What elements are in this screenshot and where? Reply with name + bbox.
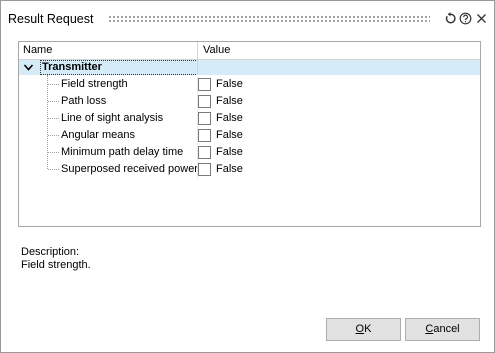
result-checkbox[interactable] (198, 146, 211, 159)
result-checkbox[interactable] (198, 112, 211, 125)
result-checkbox[interactable] (198, 78, 211, 91)
description-label: Description: (21, 246, 80, 258)
tree-branch-line (48, 84, 59, 85)
column-header-name[interactable]: Name (23, 44, 52, 56)
column-separator (197, 60, 198, 75)
list-item[interactable]: Angular means False (19, 127, 480, 144)
result-option-label: Minimum path delay time (61, 146, 184, 158)
tree-branch-line (48, 169, 59, 170)
column-resize-handle[interactable] (197, 42, 198, 59)
tree-branch-line (48, 118, 59, 119)
list-item[interactable]: Line of sight analysis False (19, 110, 480, 127)
ok-button[interactable]: OK (326, 318, 401, 341)
description-text: Field strength. (21, 259, 91, 271)
result-option-label: Superposed received power (61, 163, 198, 175)
result-value: False (216, 78, 243, 90)
result-property-grid: Name Value Transmitter Field strength Fa… (18, 41, 481, 227)
list-item[interactable]: Superposed received power False (19, 161, 480, 178)
result-value: False (216, 163, 243, 175)
chevron-down-icon[interactable] (23, 62, 34, 76)
result-value: False (216, 129, 243, 141)
ok-label-rest: K (364, 323, 372, 335)
column-header-value[interactable]: Value (203, 44, 230, 56)
tree-branch-line (48, 135, 59, 136)
grid-header: Name Value (19, 42, 480, 60)
dialog-title: Result Request (8, 12, 94, 26)
cancel-button[interactable]: Cancel (405, 318, 480, 341)
result-checkbox[interactable] (198, 129, 211, 142)
tree-branch-line (48, 101, 59, 102)
group-row-transmitter[interactable]: Transmitter (19, 60, 480, 75)
reset-icon[interactable] (444, 12, 457, 25)
list-item[interactable]: Minimum path delay time False (19, 144, 480, 161)
group-label: Transmitter (40, 60, 198, 75)
ok-mnemonic: O (355, 323, 365, 335)
list-item[interactable]: Path loss False (19, 93, 480, 110)
help-icon[interactable] (459, 12, 472, 25)
result-value: False (216, 112, 243, 124)
cancel-label-rest: ancel (433, 323, 460, 335)
result-checkbox[interactable] (198, 95, 211, 108)
result-option-label: Path loss (61, 95, 107, 107)
result-checkbox[interactable] (198, 163, 211, 176)
result-value: False (216, 146, 243, 158)
title-bar[interactable]: Result Request (1, 1, 494, 35)
result-value: False (216, 95, 243, 107)
result-option-label: Field strength (61, 78, 128, 90)
result-option-label: Line of sight analysis (61, 112, 164, 124)
tree-branch-line (48, 152, 59, 153)
close-icon[interactable] (475, 12, 488, 25)
result-request-dialog: Result Request Name Value Transmitter Fi… (0, 0, 495, 353)
result-option-label: Angular means (61, 129, 135, 141)
list-item[interactable]: Field strength False (19, 76, 480, 93)
drag-grip[interactable] (108, 15, 430, 23)
